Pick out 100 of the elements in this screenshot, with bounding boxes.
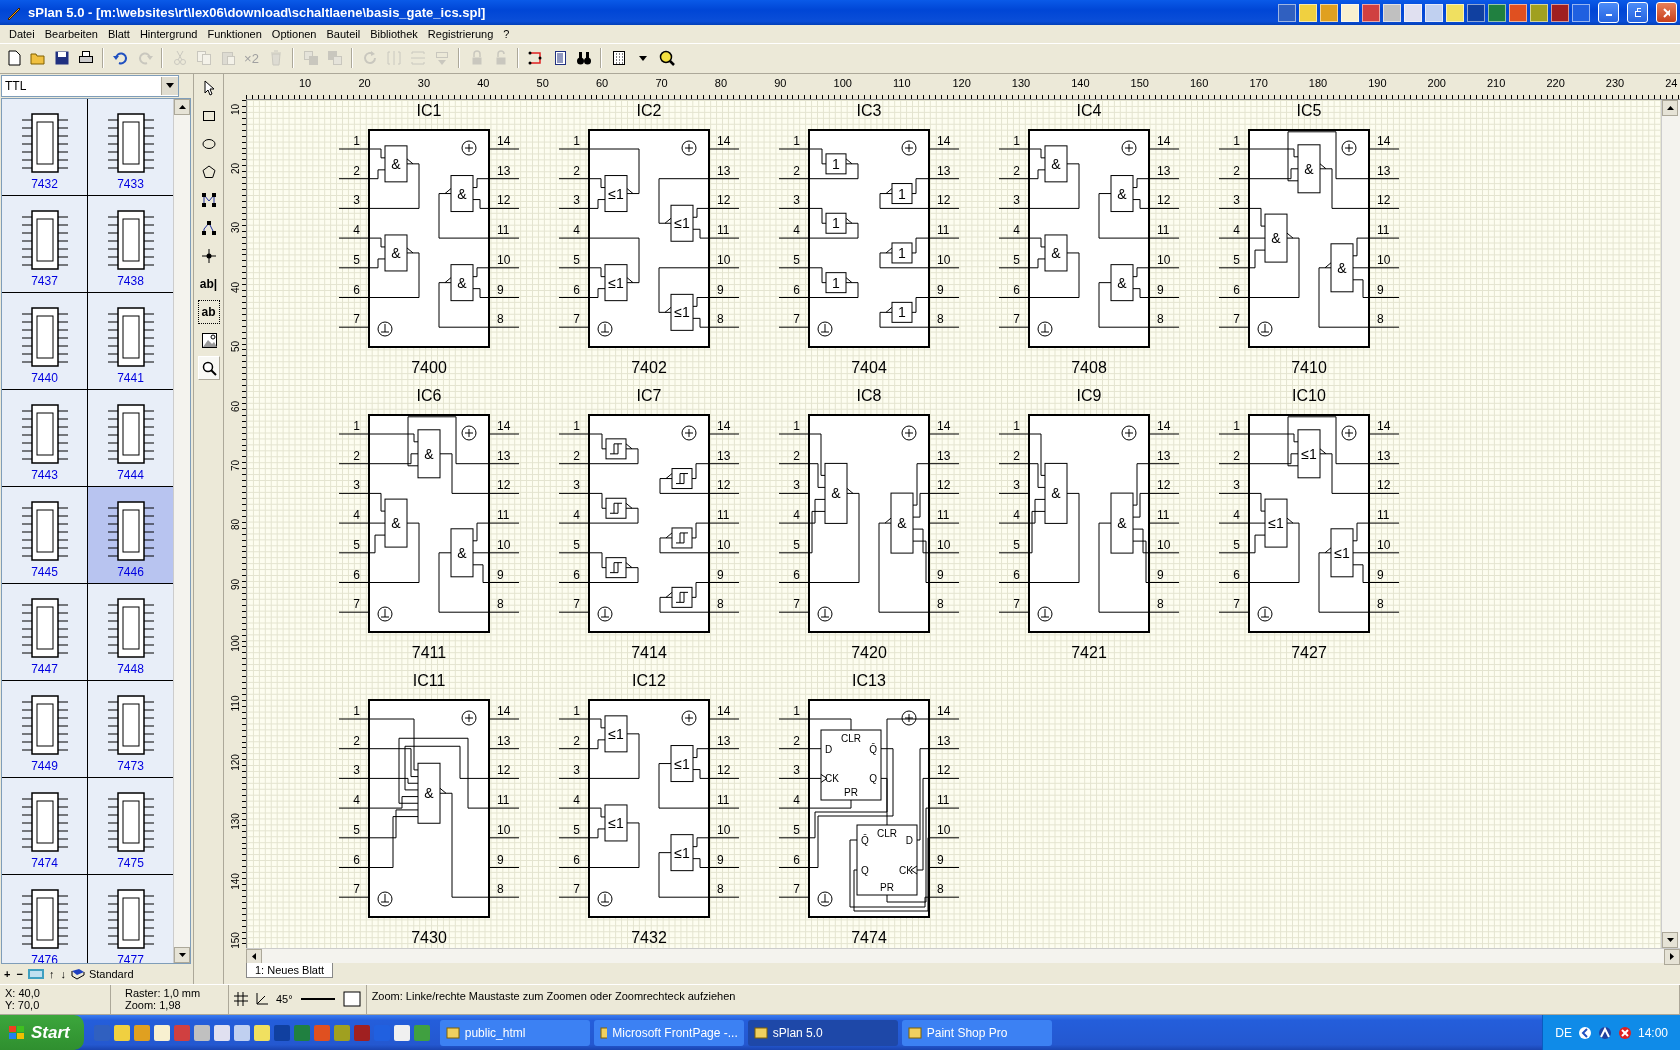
pin-number: 7: [1233, 312, 1240, 327]
ic-label: IC7: [636, 386, 662, 405]
library-part[interactable]: 7473: [88, 680, 173, 777]
ruler-label: 80: [714, 76, 728, 89]
pin-number: 1: [573, 418, 580, 433]
menu-item[interactable]: Registrierung: [422, 28, 499, 40]
part-number: 7408: [1071, 357, 1107, 378]
ruler-label: 90: [228, 577, 242, 592]
grid-size: Raster: 1,0 mm: [125, 987, 202, 1000]
ic-label: IC10: [1292, 386, 1326, 405]
pin-number: 13: [937, 163, 951, 178]
library-part[interactable]: 7438: [88, 195, 173, 292]
pin-number: 10: [1377, 537, 1391, 552]
pin-number: 11: [1157, 223, 1170, 237]
pin-number: 5: [353, 822, 360, 837]
library-part[interactable]: 7445: [2, 486, 87, 583]
pin-number: 14: [1157, 133, 1171, 148]
pin-number: 11: [497, 508, 510, 522]
pin-number: 3: [573, 763, 580, 778]
pin-number: 13: [497, 733, 511, 748]
library-button[interactable]: ↑: [47, 967, 56, 980]
pin-number: 6: [1013, 567, 1020, 582]
menu-item[interactable]: Optionen: [266, 28, 322, 40]
pin-number: 3: [1233, 478, 1240, 493]
pin-number: 11: [717, 223, 730, 237]
pin-number: 3: [793, 478, 800, 493]
pin-number: 10: [1157, 252, 1171, 267]
part-number: 7410: [1291, 357, 1327, 378]
ruler-label: 70: [655, 76, 668, 89]
pin-number: 7: [573, 312, 580, 327]
library-part[interactable]: 7448: [88, 583, 173, 680]
pin-number: 14: [717, 703, 731, 718]
pin-number: 14: [937, 703, 951, 718]
ic-label: IC12: [632, 671, 666, 690]
pin-number: 2: [793, 448, 800, 463]
port-label: CK: [899, 864, 913, 876]
taskbar-button[interactable]: Microsoft FrontPage -...: [593, 1019, 744, 1046]
pin-number: 8: [1377, 312, 1384, 327]
gate-symbol: &: [1051, 244, 1061, 261]
pin-number: 2: [1013, 163, 1020, 178]
library-button[interactable]: ↓: [59, 967, 67, 980]
menu-item[interactable]: Bibliothek: [365, 28, 423, 40]
pin-number: 1: [793, 133, 800, 148]
library-part[interactable]: 7433: [88, 98, 173, 195]
pin-number: 12: [1377, 478, 1391, 493]
library-part[interactable]: 7444: [88, 389, 173, 486]
pin-number: 5: [1233, 537, 1240, 552]
taskbar-button[interactable]: Paint Shop Pro: [901, 1019, 1052, 1046]
pin-number: 4: [1233, 223, 1240, 237]
menu-item[interactable]: Bearbeiten: [39, 28, 103, 40]
pin-number: 5: [793, 252, 800, 267]
library-part[interactable]: 7440: [2, 292, 87, 389]
pin-number: 6: [353, 567, 360, 582]
menu-item[interactable]: ?: [498, 28, 515, 40]
pin-number: 3: [793, 193, 800, 208]
language-indicator[interactable]: DE: [1555, 1025, 1572, 1040]
taskbar-button[interactable]: public_html: [439, 1019, 590, 1046]
gate-symbol: &: [391, 244, 401, 261]
ruler-label: 40: [477, 76, 490, 89]
start-button[interactable]: Start: [0, 1015, 84, 1050]
menu-item[interactable]: Funktionen: [202, 28, 267, 40]
library-button[interactable]: −: [15, 967, 24, 980]
ruler-label: 90: [774, 76, 787, 89]
pin-number: 5: [353, 537, 360, 552]
part-label: 7444: [117, 467, 144, 482]
pin-number: 5: [793, 537, 800, 552]
library-part[interactable]: 7449: [2, 680, 87, 777]
ruler-label: 150: [1130, 76, 1149, 89]
text-tool[interactable]: ab|: [197, 271, 220, 296]
menu-item[interactable]: Hintergrund: [134, 28, 203, 40]
part-label: 7446: [117, 564, 144, 579]
pin-number: 12: [497, 193, 511, 208]
pin-number: 7: [1233, 597, 1240, 612]
menu-item[interactable]: Blatt: [102, 28, 135, 40]
library-part[interactable]: 7443: [2, 389, 87, 486]
ruler-label: 20: [358, 76, 371, 89]
text-tool[interactable]: ab: [197, 299, 220, 324]
taskbar-button[interactable]: sPlan 5.0: [747, 1019, 898, 1046]
pin-number: 12: [497, 763, 511, 778]
menu-item[interactable]: Datei: [4, 28, 40, 40]
pin-number: 8: [717, 312, 724, 327]
pin-number: 5: [1233, 252, 1240, 267]
pin-number: 14: [1377, 133, 1391, 148]
ruler-label: 24: [1665, 76, 1678, 89]
library-part[interactable]: 7446: [88, 486, 173, 583]
ruler-label: 60: [228, 399, 242, 414]
library-part[interactable]: 7475: [88, 777, 173, 874]
library-button[interactable]: +: [3, 967, 12, 980]
pin-number: 9: [497, 282, 504, 297]
library-part[interactable]: 7432: [2, 98, 87, 195]
ic-label: IC1: [416, 101, 442, 120]
library-part[interactable]: 7447: [2, 583, 87, 680]
library-part[interactable]: 7437: [2, 195, 87, 292]
category-dropdown[interactable]: TTL: [1, 74, 179, 97]
menu-item[interactable]: Bauteil: [321, 28, 366, 40]
pin-number: 10: [497, 822, 511, 837]
status-hint: Zoom: Linke/rechte Maustaste zum Zoomen oder Zoomrechteck aufziehen: [371, 989, 737, 1002]
library-part[interactable]: 7441: [88, 292, 173, 389]
pin-number: 10: [717, 252, 731, 267]
library-part[interactable]: 7474: [2, 777, 87, 874]
